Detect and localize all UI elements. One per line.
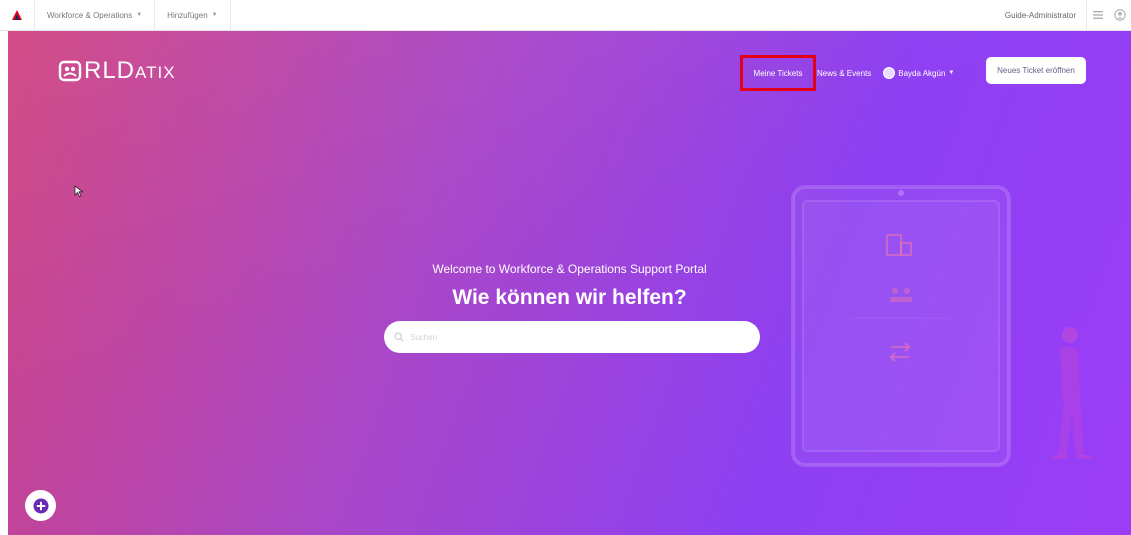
add-menu-label: Hinzufügen <box>167 10 208 20</box>
brand-main: RLD <box>84 57 136 84</box>
chevron-down-icon: ▼ <box>136 12 143 18</box>
app-logo[interactable] <box>0 0 35 31</box>
chevron-down-icon: ▼ <box>948 70 955 76</box>
triangle-logo-icon <box>12 10 22 20</box>
avatar <box>883 67 896 79</box>
admin-topbar: Workforce & Operations ▼ Hinzufügen ▼ Gu… <box>0 0 1131 31</box>
portal-nav: Meine Tickets News & Events Bayda Akgün … <box>740 55 954 91</box>
person-illustration <box>1052 327 1092 459</box>
rldatix-logo-icon <box>58 60 82 82</box>
brand-logo[interactable]: RLDATIX <box>58 57 176 85</box>
grid-icon[interactable] <box>1087 0 1109 31</box>
guide-admin-link[interactable]: Guide-Administrator <box>995 0 1087 31</box>
chevron-down-icon: ▼ <box>211 12 218 18</box>
mouse-cursor-icon <box>74 185 84 197</box>
search-bar[interactable] <box>384 321 760 353</box>
workforce-menu-label: Workforce & Operations <box>47 10 133 20</box>
workforce-menu[interactable]: Workforce & Operations ▼ <box>35 0 156 31</box>
hero-section: RLDATIX Meine Tickets News & Events Bayd… <box>8 31 1131 535</box>
tablet-illustration <box>791 185 1011 467</box>
topbar-right: Guide-Administrator <box>995 0 1131 31</box>
search-input[interactable] <box>408 331 732 343</box>
nav-my-tickets[interactable]: Meine Tickets <box>740 55 816 91</box>
brand-sub: ATIX <box>135 63 176 82</box>
nav-news-events[interactable]: News & Events <box>813 63 875 83</box>
new-ticket-button[interactable]: Neues Ticket eröffnen <box>986 57 1086 84</box>
user-circle-icon[interactable] <box>1109 0 1131 31</box>
add-menu[interactable]: Hinzufügen ▼ <box>155 0 231 31</box>
brand-wordmark: RLDATIX <box>84 57 176 85</box>
user-menu[interactable]: Bayda Akgün ▼ <box>883 67 954 79</box>
search-icon <box>394 332 404 342</box>
user-name: Bayda Akgün <box>898 68 946 78</box>
add-fab-button[interactable] <box>25 490 56 521</box>
plus-icon <box>33 498 48 513</box>
